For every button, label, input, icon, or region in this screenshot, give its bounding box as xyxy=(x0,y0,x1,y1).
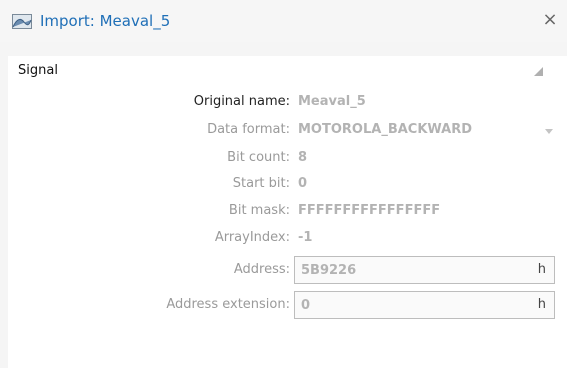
collapse-triangle-icon[interactable] xyxy=(532,65,544,77)
signal-properties-panel: Signal Original name: Meaval_5 Data form… xyxy=(8,56,567,368)
address-extension-field[interactable]: 0 h xyxy=(294,291,555,319)
address-extension-value[interactable]: 0 xyxy=(301,298,310,313)
bit-mask-label: Bit mask: xyxy=(228,203,290,218)
chevron-down-icon[interactable] xyxy=(545,129,553,134)
start-bit-value: 0 xyxy=(298,176,308,191)
bit-count-value: 8 xyxy=(298,150,308,165)
original-name-row: Original name: Meaval_5 xyxy=(8,90,567,114)
start-bit-row: Start bit: 0 xyxy=(8,172,567,196)
array-index-value: -1 xyxy=(298,230,313,245)
signal-wave-icon xyxy=(12,14,32,29)
data-format-label: Data format: xyxy=(207,122,290,137)
data-format-row: Data format: MOTOROLA_BACKWARD xyxy=(8,118,567,142)
close-button[interactable]: × xyxy=(541,10,559,30)
address-extension-row: Address extension: 0 h xyxy=(8,291,567,319)
section-header[interactable]: Signal xyxy=(8,56,567,86)
bit-mask-value: FFFFFFFFFFFFFFFF xyxy=(298,203,441,218)
address-row: Address: 5B9226 h xyxy=(8,256,567,284)
window-title: Import: Meaval_5 xyxy=(40,12,171,30)
bit-count-label: Bit count: xyxy=(227,150,290,165)
bit-count-row: Bit count: 8 xyxy=(8,146,567,170)
data-format-select[interactable]: MOTOROLA_BACKWARD xyxy=(298,122,472,137)
address-extension-label: Address extension: xyxy=(166,297,290,312)
bit-mask-row: Bit mask: FFFFFFFFFFFFFFFF xyxy=(8,199,567,223)
title-bar: Import: Meaval_5 × xyxy=(0,0,567,42)
address-label: Address: xyxy=(233,262,290,277)
address-extension-hex-suffix: h xyxy=(537,297,546,312)
address-value[interactable]: 5B9226 xyxy=(301,263,356,278)
array-index-row: ArrayIndex: -1 xyxy=(8,226,567,250)
original-name-label: Original name: xyxy=(193,94,290,109)
section-title: Signal xyxy=(18,63,58,78)
start-bit-label: Start bit: xyxy=(232,176,290,191)
array-index-label: ArrayIndex: xyxy=(214,230,290,245)
original-name-value: Meaval_5 xyxy=(298,94,366,109)
address-field[interactable]: 5B9226 h xyxy=(294,256,555,284)
address-hex-suffix: h xyxy=(537,262,546,277)
